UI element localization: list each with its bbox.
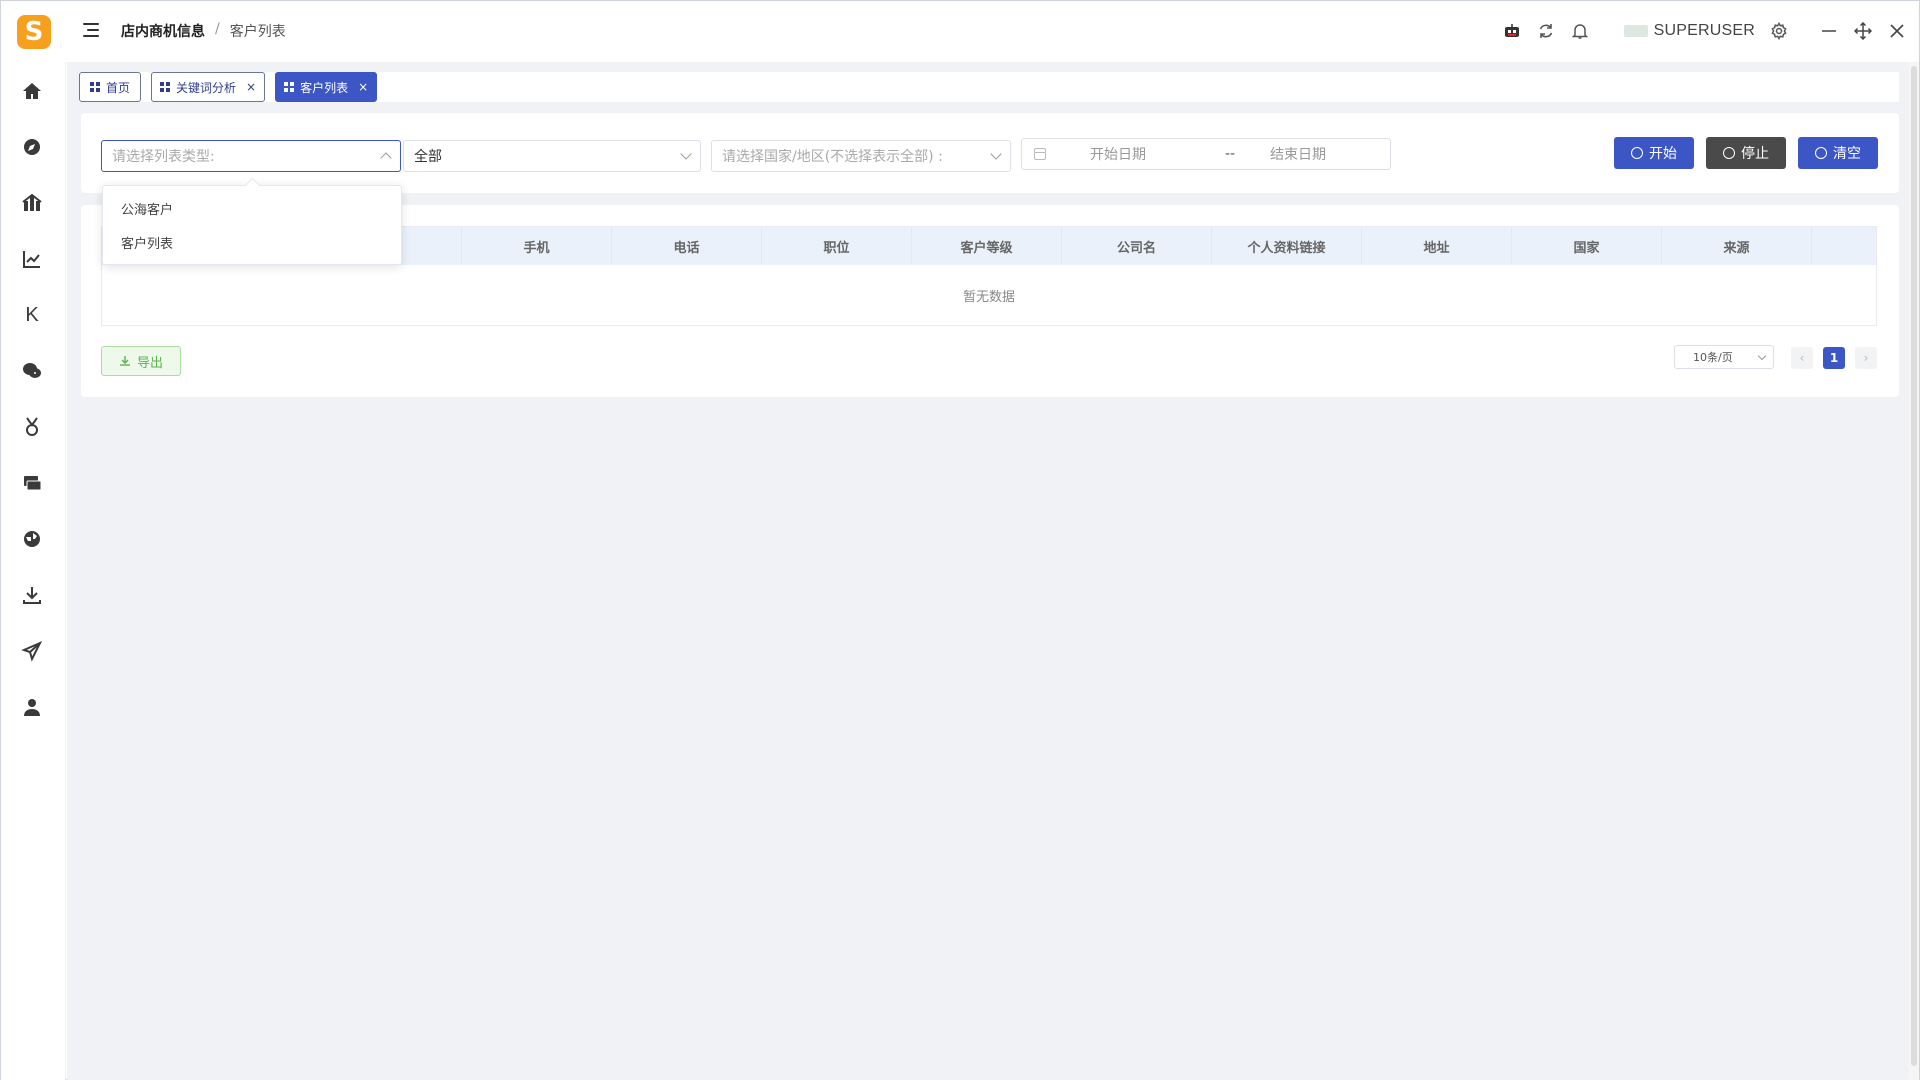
- download-icon[interactable]: [19, 582, 45, 608]
- table-header-cell[interactable]: 电话: [612, 227, 762, 265]
- chevron-up-icon: [380, 152, 392, 164]
- chevron-down-icon: [990, 148, 1002, 160]
- page-size-select[interactable]: 10条/页: [1674, 345, 1774, 369]
- table-header-cell[interactable]: 国家: [1512, 227, 1662, 265]
- header-actions: SUPERUSER: [1502, 15, 1907, 47]
- breadcrumb-item-parent[interactable]: 店内商机信息: [121, 21, 205, 41]
- globe-icon[interactable]: [19, 526, 45, 552]
- prev-page-button[interactable]: ‹: [1791, 347, 1813, 369]
- table-header-cell[interactable]: 来源: [1662, 227, 1812, 265]
- date-end-input[interactable]: 结束日期: [1270, 144, 1326, 164]
- home-icon[interactable]: [19, 78, 45, 104]
- refresh-icon[interactable]: [1536, 21, 1556, 41]
- breadcrumb-separator: /: [215, 21, 220, 37]
- scope-value: 全部: [414, 149, 442, 165]
- date-range-picker[interactable]: 开始日期 -- 结束日期: [1021, 138, 1391, 170]
- chevron-down-icon: [1757, 351, 1767, 360]
- tab-keyword-analysis[interactable]: 关键词分析 ×: [151, 72, 266, 102]
- vertical-scrollbar[interactable]: [1909, 62, 1919, 1080]
- breadcrumb: 店内商机信息 / 客户列表: [121, 21, 286, 41]
- table-header-cell[interactable]: 地址: [1362, 227, 1512, 265]
- list-type-placeholder: 请选择列表类型:: [112, 149, 215, 165]
- top-header: S 店内商机信息 / 客户列表 SUPERUSER: [1, 1, 1919, 62]
- date-start-input[interactable]: 开始日期: [1090, 144, 1190, 164]
- date-separator: --: [1224, 146, 1236, 162]
- table-header-cell[interactable]: 职位: [762, 227, 912, 265]
- menu-toggle-icon[interactable]: [83, 23, 101, 39]
- send-icon[interactable]: [19, 638, 45, 664]
- line-chart-icon[interactable]: [19, 246, 45, 272]
- tab-close-icon[interactable]: ×: [358, 80, 368, 94]
- medal-icon[interactable]: [19, 414, 45, 440]
- dropdown-option-customer-list[interactable]: 客户列表: [103, 228, 401, 262]
- list-type-select[interactable]: 请选择列表类型:: [101, 140, 401, 172]
- export-button[interactable]: 导出: [101, 346, 181, 376]
- table-header-cell: [1812, 227, 1876, 265]
- move-icon[interactable]: [1853, 21, 1873, 41]
- scope-select[interactable]: 全部: [403, 140, 701, 172]
- start-label: 开始: [1649, 146, 1677, 162]
- country-select[interactable]: 请选择国家/地区(不选择表示全部) :: [711, 140, 1011, 172]
- dropdown-option-public-customers[interactable]: 公海客户: [103, 194, 401, 228]
- tab-label: 客户列表: [300, 80, 349, 95]
- app-window: S 店内商机信息 / 客户列表 SUPERUSER K 首页 关键词分析 × 客…: [0, 0, 1920, 1080]
- search-icon: [1631, 147, 1643, 159]
- grid-icon: [89, 82, 100, 92]
- clear-button[interactable]: 清空: [1798, 137, 1878, 169]
- logo-letter: S: [24, 17, 44, 47]
- country-placeholder: 请选择国家/地区(不选择表示全部) :: [722, 149, 943, 165]
- tab-label: 首页: [105, 80, 130, 95]
- breadcrumb-item-current: 客户列表: [229, 24, 286, 40]
- list-type-dropdown: 公海客户 客户列表: [102, 185, 402, 265]
- page-number-current[interactable]: 1: [1823, 347, 1845, 369]
- k-letter-icon[interactable]: K: [19, 302, 45, 328]
- tab-label: 关键词分析: [176, 80, 237, 95]
- tab-customer-list[interactable]: 客户列表 ×: [275, 72, 378, 102]
- grid-icon: [160, 82, 170, 92]
- k-label: K: [25, 303, 39, 326]
- user-menu[interactable]: SUPERUSER: [1623, 22, 1755, 40]
- sidebar: K: [1, 62, 66, 1080]
- prev-arrow-icon: ‹: [1799, 351, 1805, 365]
- stop-label: 停止: [1741, 146, 1769, 162]
- minimize-icon[interactable]: [1819, 21, 1839, 41]
- table-header-cell[interactable]: 手机: [462, 227, 612, 265]
- table-header-cell[interactable]: 公司名: [1062, 227, 1212, 265]
- grid-icon: [284, 82, 295, 92]
- clear-label: 清空: [1833, 146, 1861, 162]
- table-header-cell[interactable]: 客户等级: [912, 227, 1062, 265]
- avatar: [1623, 25, 1648, 37]
- tab-bar: 首页 关键词分析 × 客户列表 ×: [79, 72, 1899, 102]
- chat-icon[interactable]: [19, 358, 45, 384]
- building-icon[interactable]: [19, 190, 45, 216]
- export-label: 导出: [136, 355, 163, 371]
- chevron-down-icon: [680, 148, 692, 160]
- compass-icon[interactable]: [19, 134, 45, 160]
- gear-icon[interactable]: [1769, 21, 1789, 41]
- reset-icon: [1815, 147, 1827, 159]
- calendar-icon: [1034, 148, 1046, 160]
- tab-home[interactable]: 首页: [79, 72, 141, 102]
- app-logo: S: [17, 15, 51, 49]
- page-size-value: 10条/页: [1693, 351, 1733, 364]
- start-button[interactable]: 开始: [1614, 137, 1694, 169]
- stop-button[interactable]: 停止: [1706, 137, 1786, 169]
- username: SUPERUSER: [1653, 22, 1755, 39]
- power-icon: [1723, 147, 1735, 159]
- table-header-cell[interactable]: 个人资料链接: [1212, 227, 1362, 265]
- user-icon[interactable]: [19, 694, 45, 720]
- robot-icon[interactable]: [1502, 21, 1522, 41]
- next-page-button[interactable]: ›: [1855, 347, 1877, 369]
- close-icon[interactable]: [1887, 21, 1907, 41]
- scrollbar-thumb[interactable]: [1911, 66, 1917, 1066]
- download-icon: [119, 356, 130, 366]
- tab-close-icon[interactable]: ×: [246, 80, 256, 94]
- inbox-icon[interactable]: [19, 470, 45, 496]
- bell-icon[interactable]: [1570, 21, 1590, 41]
- empty-state: 暂无数据: [962, 289, 1015, 305]
- next-arrow-icon: ›: [1863, 351, 1869, 365]
